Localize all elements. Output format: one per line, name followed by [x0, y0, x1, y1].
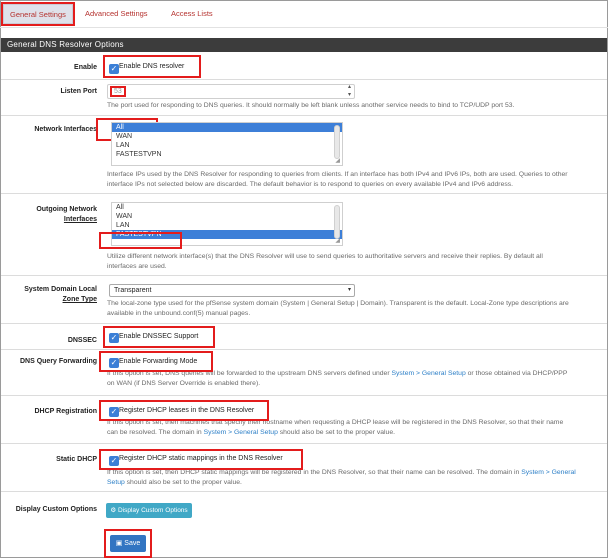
save-button-label: Save [124, 540, 141, 547]
dhcp-registration-help-2: can be resolved. The domain in System > … [107, 429, 395, 436]
system-general-link[interactable]: System > General [521, 469, 576, 476]
row-enable: Enable ✓ Enable DNS resolver [1, 52, 607, 80]
tab-advanced-settings[interactable]: Advanced Settings [79, 4, 154, 24]
dns-forwarding-checkbox[interactable]: ✓ [109, 358, 119, 368]
zone-type-help-2: available in the unbound.conf(5) manual … [107, 310, 251, 317]
save-button[interactable]: ▣ Save [110, 535, 146, 552]
static-dhcp-checkbox[interactable]: ✓ [109, 456, 119, 466]
section-title: General DNS Resolver Options [1, 38, 607, 52]
outgoing-interfaces-help-2: interfaces are used. [107, 263, 167, 270]
static-dhcp-help-2: Setup should also be set to the proper v… [107, 479, 242, 486]
dns-forwarding-checkbox-label: Enable Forwarding Mode [119, 358, 198, 365]
setup-link[interactable]: Setup [107, 479, 125, 486]
network-interfaces-listbox[interactable]: All WAN LAN FASTESTVPN ◢ [111, 122, 343, 166]
outgoing-interfaces-option[interactable]: All [112, 203, 342, 212]
zone-type-select[interactable]: Transparent ▾ [109, 284, 355, 297]
static-dhcp-checkbox-label: Register DHCP static mappings in the DNS… [119, 455, 283, 462]
listen-port-input[interactable]: 53 ▴ ▾ [107, 84, 355, 99]
enable-checkbox[interactable]: ✓ [109, 64, 119, 74]
dns-forwarding-help-2: on WAN (if DNS Server Override is enable… [107, 380, 261, 387]
listen-port-label: Listen Port [60, 88, 97, 95]
outgoing-interfaces-help-1: Utilize different network interface(s) t… [107, 253, 543, 260]
network-interfaces-option[interactable]: FASTESTVPN [112, 150, 342, 159]
dhcp-registration-label: DHCP Registration [34, 408, 98, 415]
zone-type-value: Transparent [114, 287, 152, 294]
network-interfaces-help-2: interface IPs not selected below are dis… [107, 181, 514, 188]
row-dns-forwarding: DNS Query Forwarding If this option is s… [1, 350, 607, 396]
listen-port-placeholder: 53 [110, 86, 126, 97]
system-general-setup-link[interactable]: System > General Setup [204, 429, 278, 436]
display-custom-options-button[interactable]: ⚙ Display Custom Options [106, 503, 192, 518]
chevron-down-icon: ▾ [347, 287, 351, 293]
resize-handle-icon[interactable]: ◢ [335, 157, 340, 164]
row-static-dhcp: Static DHCP If this option is set, then … [1, 444, 607, 492]
row-dnssec: DNSSEC ✓ Enable DNSSEC Support [1, 324, 607, 350]
dhcp-registration-help-1: If this option is set, then machines tha… [107, 419, 564, 426]
scrollbar[interactable] [334, 205, 340, 239]
zone-type-label-2: Zone Type [62, 296, 97, 303]
listen-port-help: The port used for responding to DNS quer… [107, 102, 515, 109]
network-interfaces-option[interactable]: All [112, 123, 342, 132]
dhcp-registration-checkbox[interactable]: ✓ [109, 407, 119, 417]
dnssec-checkbox-label: Enable DNSSEC Support [119, 333, 199, 340]
save-icon: ▣ [115, 540, 123, 547]
row-outgoing-interfaces: Outgoing Network Interfaces All WAN LAN … [1, 194, 607, 276]
network-interfaces-option[interactable]: LAN [112, 141, 342, 150]
custom-options-label: Display Custom Options [15, 506, 97, 513]
resize-handle-icon[interactable]: ◢ [335, 237, 340, 244]
network-interfaces-label: Network Interfaces [34, 126, 97, 133]
enable-label: Enable [74, 64, 97, 71]
dns-forwarding-help-1: If this option is set, DNS queries will … [107, 370, 568, 377]
gear-icon: ⚙ [110, 507, 117, 514]
zone-type-help-1: The local-zone type used for the pfSense… [107, 300, 569, 307]
row-zone-type: System Domain Local Zone Type Transparen… [1, 276, 607, 324]
system-general-setup-link[interactable]: System > General Setup [391, 370, 465, 377]
dns-forwarding-label: DNS Query Forwarding [19, 358, 97, 365]
tab-bar: General Settings Advanced Settings Acces… [0, 0, 608, 28]
tab-access-lists[interactable]: Access Lists [165, 4, 219, 24]
dnssec-label: DNSSEC [67, 337, 97, 344]
scrollbar[interactable] [334, 125, 340, 159]
tab-general-settings[interactable]: General Settings [1, 2, 75, 26]
enable-checkbox-label: Enable DNS resolver [119, 63, 185, 70]
display-custom-options-label: Display Custom Options [117, 507, 188, 514]
zone-type-label-1: System Domain Local [24, 286, 97, 293]
static-dhcp-label: Static DHCP [56, 456, 97, 463]
spinner-icon[interactable]: ▴ ▾ [348, 83, 351, 99]
network-interfaces-help-1: Interface IPs used by the DNS Resolver f… [107, 171, 568, 178]
dnssec-checkbox[interactable]: ✓ [109, 333, 119, 343]
outgoing-interfaces-label-1: Outgoing Network [36, 206, 97, 213]
network-interfaces-option[interactable]: WAN [112, 132, 342, 141]
outgoing-interfaces-option[interactable]: WAN [112, 212, 342, 221]
static-dhcp-help-1: If this option is set, then DHCP static … [107, 469, 576, 476]
dhcp-registration-checkbox-label: Register DHCP leases in the DNS Resolver [119, 407, 255, 414]
row-network-interfaces: Network Interfaces All WAN LAN FASTESTVP… [1, 116, 607, 194]
outgoing-interfaces-label-2: Interfaces [63, 216, 97, 223]
outgoing-interfaces-option[interactable]: LAN [112, 221, 342, 230]
row-dhcp-registration: DHCP Registration If this option is set,… [1, 396, 607, 444]
fastestvpn-highlight [99, 232, 182, 249]
row-listen-port: Listen Port 53 ▴ ▾ The port used for resp… [1, 80, 607, 116]
